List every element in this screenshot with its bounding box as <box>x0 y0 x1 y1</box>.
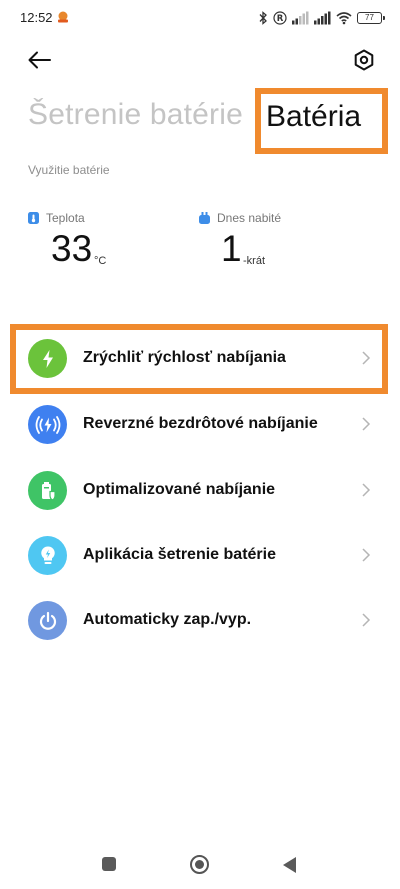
lightning-icon <box>28 339 67 378</box>
signal-icon <box>292 11 309 25</box>
status-time: 12:52 <box>20 10 53 25</box>
battery-shield-icon <box>28 471 67 510</box>
status-bar: 12:52 R 77 <box>0 0 400 36</box>
status-icons: R 77 <box>258 10 385 26</box>
battery-level: 77 <box>365 13 374 22</box>
notification-icon <box>58 11 68 23</box>
menu-item-reverse-wireless[interactable]: Reverzné bezdrôtové nabíjanie <box>0 394 400 454</box>
chevron-right-icon <box>362 548 371 562</box>
charged-today-unit: -krát <box>243 255 265 267</box>
battery-icon: 77 <box>357 12 385 24</box>
chevron-right-icon <box>362 351 371 365</box>
chevron-right-icon <box>362 613 371 627</box>
chevron-right-icon <box>362 483 371 497</box>
menu-item-fast-charging[interactable]: Zrýchliť rýchlosť nabíjania <box>0 328 400 388</box>
menu-item-auto-on-off[interactable]: Automaticky zap./vyp. <box>0 590 400 650</box>
menu-item-label: Automaticky zap./vyp. <box>83 611 252 628</box>
temperature-label: Teplota <box>46 211 85 225</box>
charged-today-header: Dnes nabité <box>199 211 281 225</box>
registered-icon: R <box>273 11 287 25</box>
bluetooth-icon <box>259 11 267 25</box>
thermometer-icon <box>28 212 39 224</box>
home-icon[interactable] <box>190 855 209 874</box>
svg-text:R: R <box>277 14 284 24</box>
menu-item-optimized-charging[interactable]: Optimalizované nabíjanie <box>0 460 400 520</box>
back-triangle-icon[interactable] <box>283 857 296 873</box>
temperature-unit: °C <box>94 255 107 267</box>
plug-icon <box>199 212 210 224</box>
back-arrow-icon[interactable] <box>26 46 54 74</box>
menu-item-label: Reverzné bezdrôtové nabíjanie <box>83 415 318 432</box>
lightbulb-icon <box>28 536 67 575</box>
chevron-right-icon <box>362 417 371 431</box>
section-label: Využitie batérie <box>28 163 110 177</box>
power-icon <box>28 601 67 640</box>
menu-item-battery-saver-app[interactable]: Aplikácia šetrenie batérie <box>0 525 400 585</box>
signal-icon <box>314 11 331 25</box>
tab-battery[interactable]: Batéria <box>266 100 361 134</box>
settings-icon[interactable] <box>350 46 378 74</box>
tab-battery-saver[interactable]: Šetrenie batérie <box>28 98 243 132</box>
charged-today-label: Dnes nabité <box>217 211 282 225</box>
menu-item-label: Optimalizované nabíjanie <box>83 481 276 498</box>
wifi-icon <box>336 12 352 25</box>
menu-item-label: Zrýchliť rýchlosť nabíjania <box>83 349 286 366</box>
charged-today-value: 1 <box>221 228 242 269</box>
recents-icon[interactable] <box>102 857 116 871</box>
temperature-header: Teplota <box>28 211 85 225</box>
wireless-charging-icon <box>28 405 67 444</box>
menu-item-label: Aplikácia šetrenie batérie <box>83 546 276 563</box>
temperature-value: 33 <box>51 228 93 269</box>
